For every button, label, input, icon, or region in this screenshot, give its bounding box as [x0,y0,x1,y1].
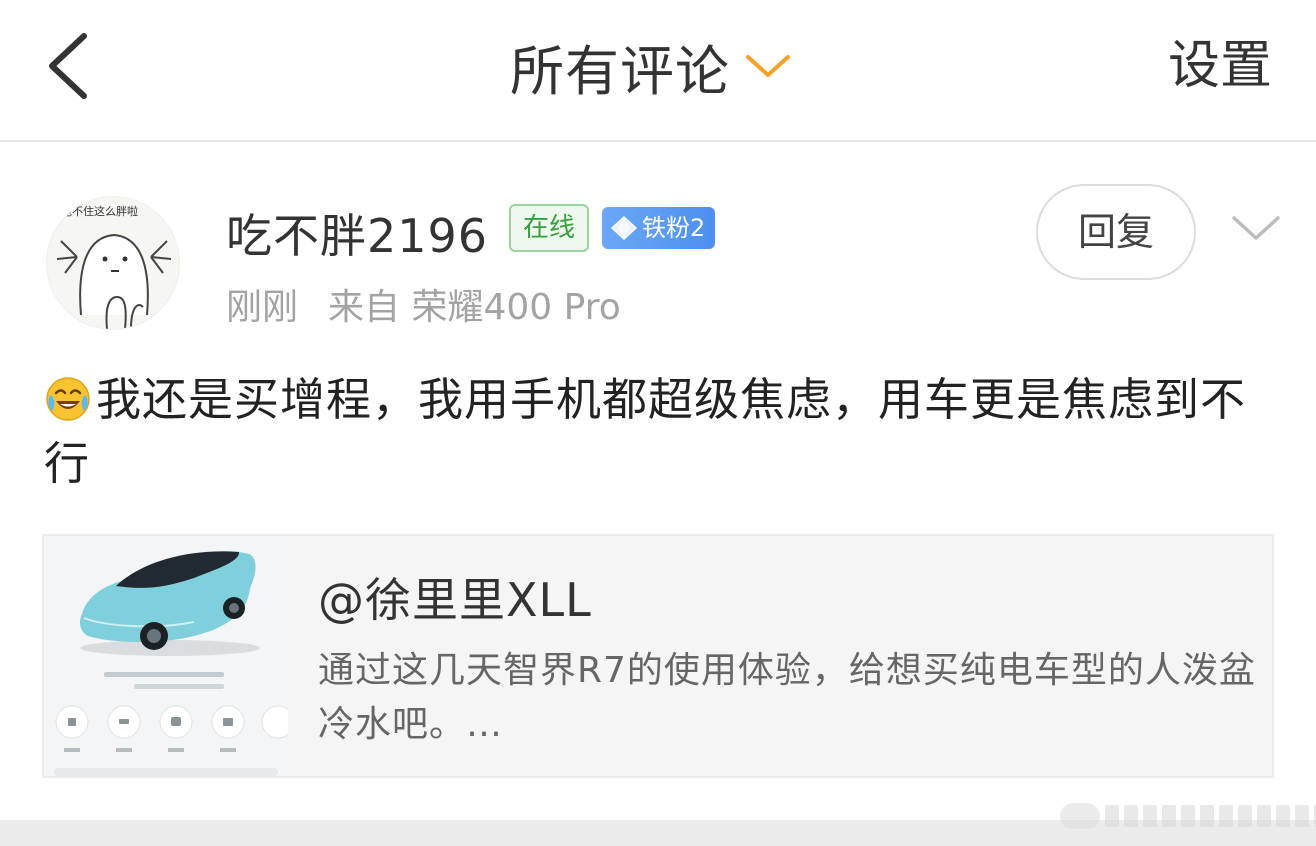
laughing-crying-emoji-icon [46,377,90,421]
avatar[interactable]: 抱不住这么胖啦 [46,196,180,330]
repost-excerpt: 通过这几天智界R7的使用体验，给想买纯电车型的人泼盆冷水吧。… [318,650,1256,745]
comment-source: 来自 荣耀400 Pro [328,287,621,328]
comment-item: 抱不住这么胖啦 吃不胖2196 在线 铁粉2 刚刚 来自 荣耀400 Pro 回复 [0,144,1316,820]
repost-author: @徐里里XLL [318,573,592,627]
fan-badge-label: 铁粉2 [642,214,706,242]
chevron-down-icon [746,55,790,77]
comment-body: 我还是买增程，我用手机都超级焦虑，用车更是焦虑到不行 [44,373,1247,490]
comment-time: 刚刚 [226,287,299,328]
settings-button[interactable]: 设置 [1168,28,1272,104]
comment-meta: 刚刚 来自 荣耀400 Pro [226,278,621,330]
comment-text: 我还是买增程，我用手机都超级焦虑，用车更是焦虑到不行 [44,368,1274,496]
page-title: 所有评论 [510,39,730,103]
back-arrow-icon [49,33,87,99]
online-status-badge: 在线 [509,204,590,252]
avatar-image: 抱不住这么胖啦 [47,197,179,329]
top-nav-bar: 所有评论 设置 [0,0,1316,142]
repost-thumbnail [44,536,288,776]
reply-button[interactable]: 回复 [1036,184,1196,280]
back-button[interactable] [40,28,100,104]
diamond-icon [610,215,638,241]
watermark-logo [1060,801,1316,831]
fan-level-badge: 铁粉2 [602,207,716,249]
comment-filter-dropdown[interactable]: 所有评论 [510,28,792,104]
more-options-chevron-icon[interactable] [1228,210,1284,246]
reposted-weibo-card[interactable]: @徐里里XLL 通过这几天智界R7的使用体验，给想买纯电车型的人泼盆冷水吧。… [42,534,1274,778]
avatar-caption: 抱不住这么胖啦 [61,204,138,218]
username[interactable]: 吃不胖2196 [226,200,488,266]
car-app-screenshot-image [44,536,288,776]
